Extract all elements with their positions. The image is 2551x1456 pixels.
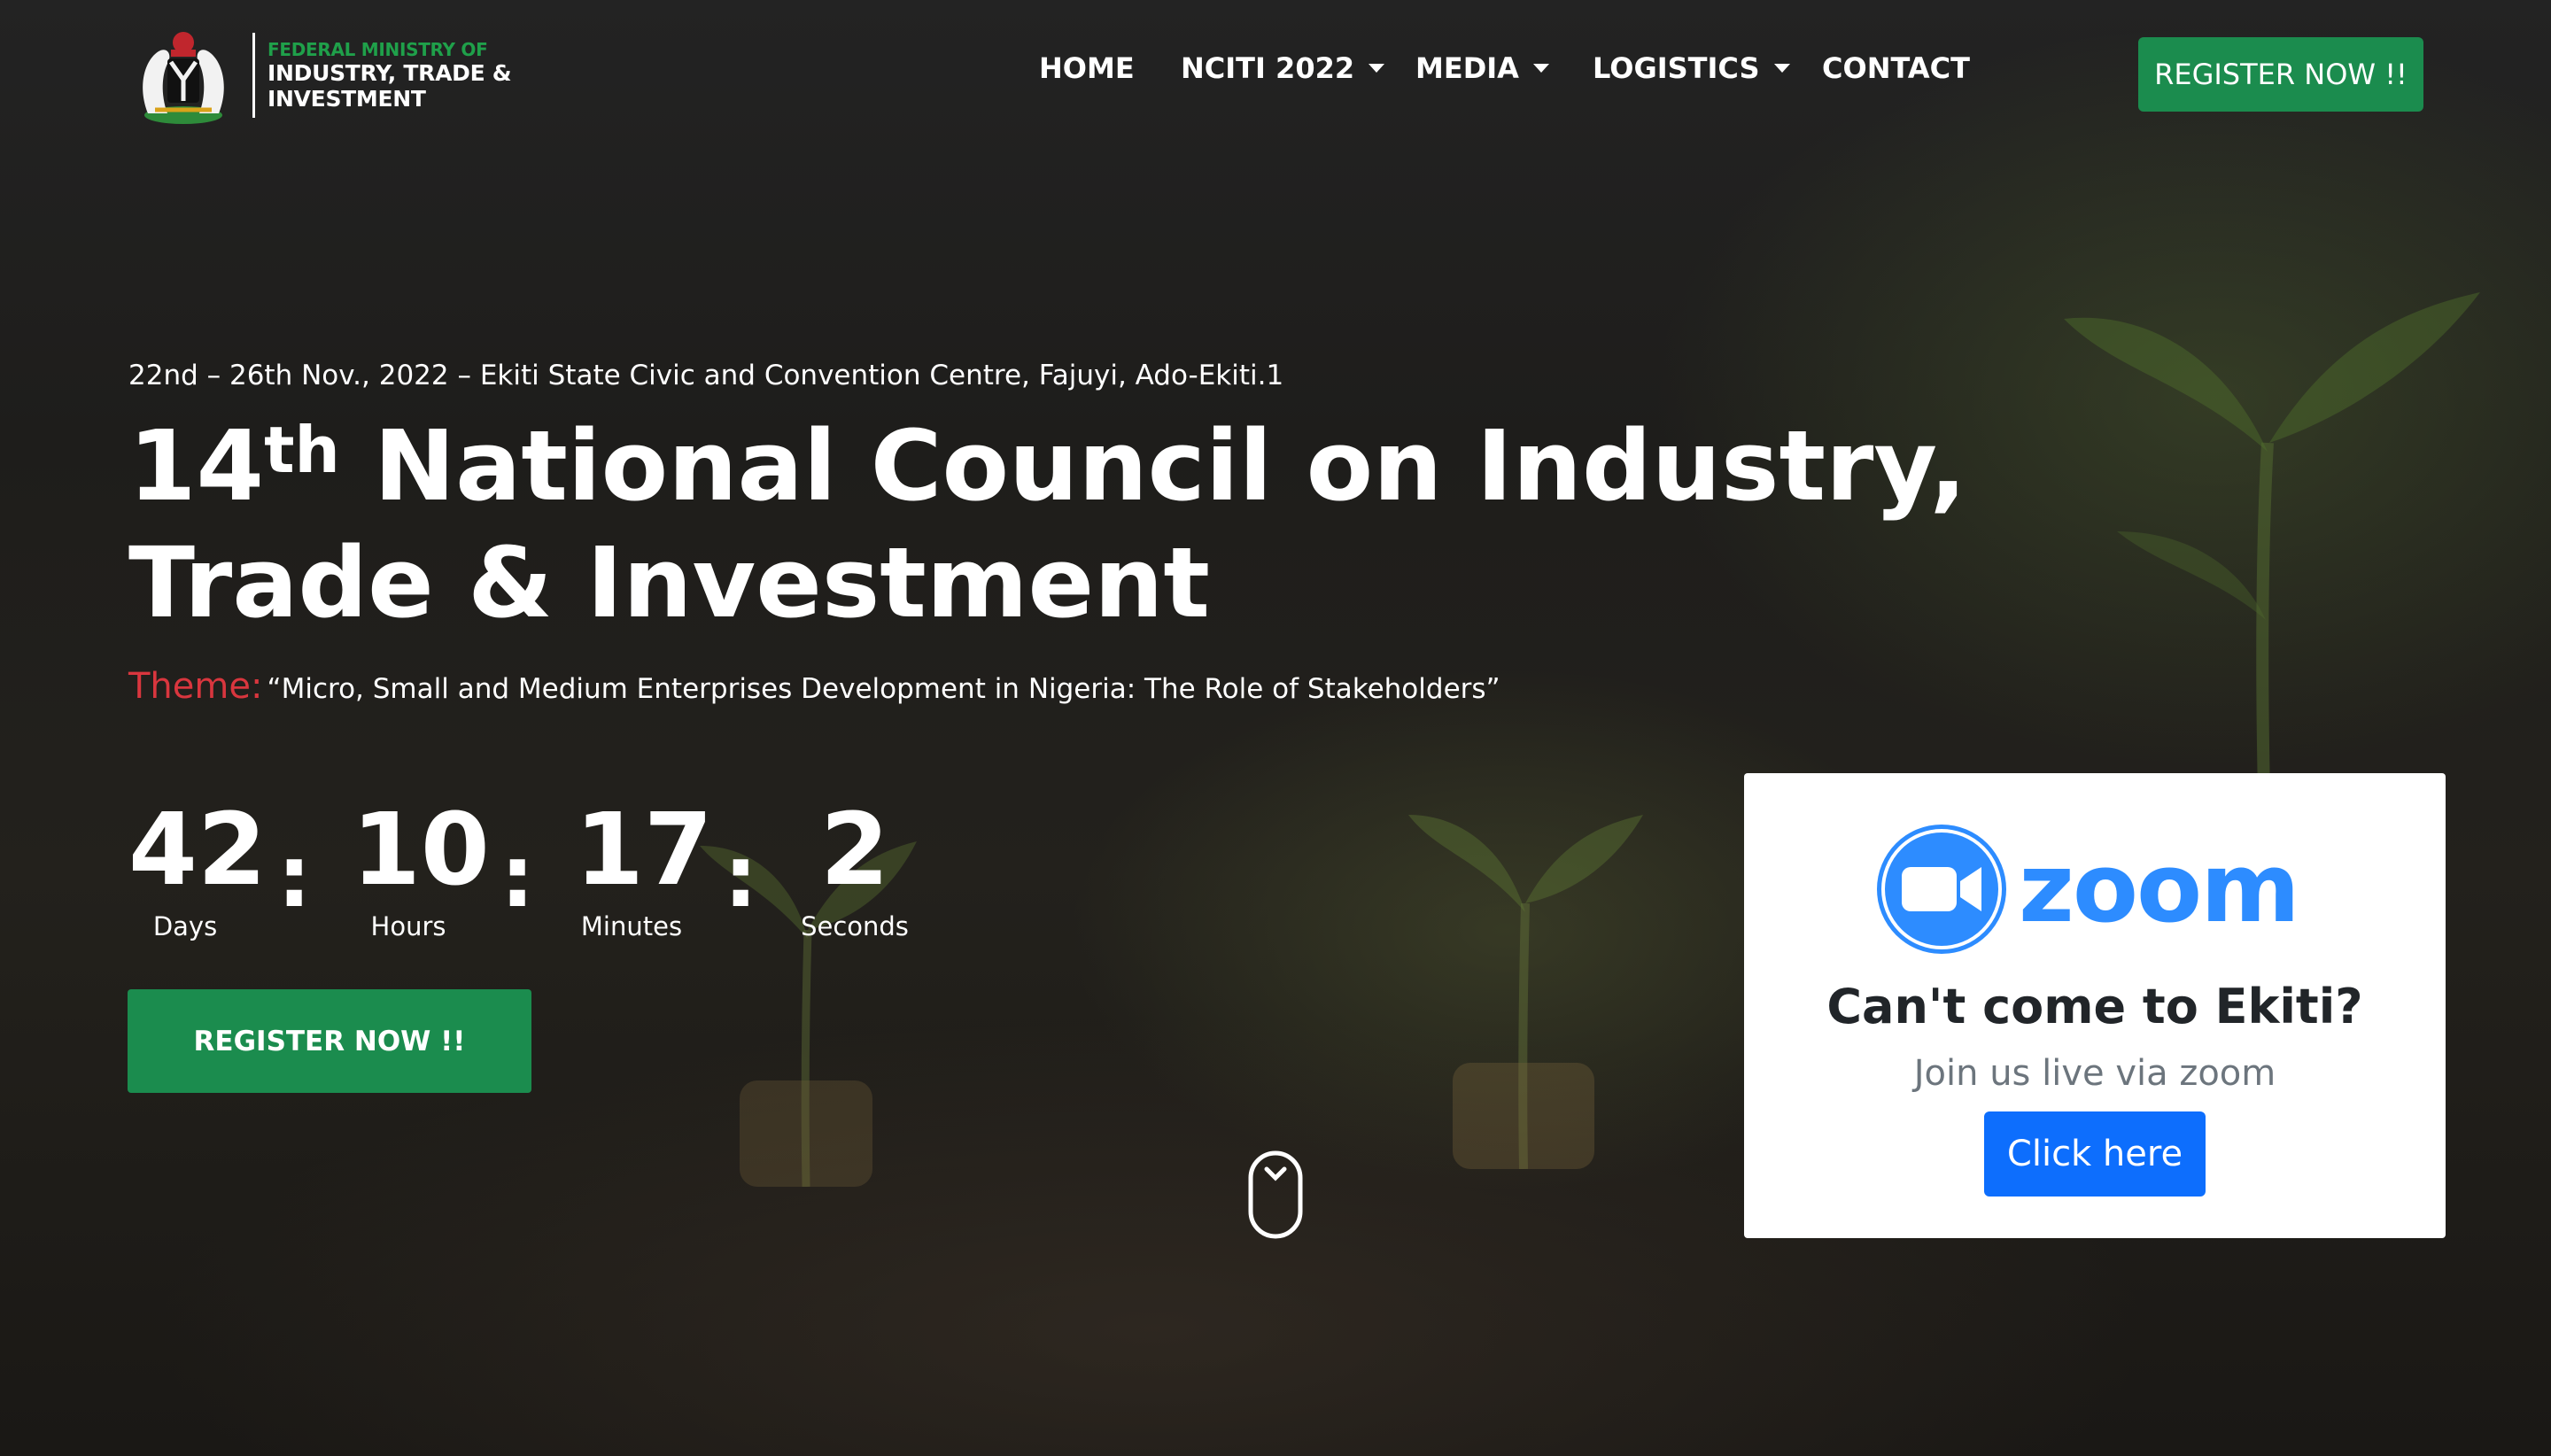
- title-number: 14: [128, 409, 265, 523]
- page-title: 14th National Council on Industry, Trade…: [128, 407, 1966, 641]
- zoom-click-here-button[interactable]: Click here: [1984, 1111, 2206, 1197]
- caret-down-icon: [1773, 64, 1790, 73]
- nav-home-label: HOME: [1039, 51, 1135, 85]
- scroll-mouse-icon[interactable]: [1247, 1150, 1304, 1240]
- coat-of-arms-icon: [143, 32, 224, 124]
- title-ordinal: th: [264, 413, 340, 487]
- countdown-hours-label: Hours: [370, 911, 446, 941]
- event-theme: Theme: “Micro, Small and Medium Enterpri…: [128, 666, 1500, 707]
- sprout-decoration: [1408, 815, 1643, 1169]
- theme-label: Theme:: [128, 666, 263, 707]
- zoom-card-subtitle: Join us live via zoom: [1913, 1053, 2276, 1094]
- nav-logistics-label: LOGISTICS: [1593, 51, 1760, 85]
- nav-nciti-2022[interactable]: NCITI 2022: [1181, 51, 1385, 85]
- nav-media-label: MEDIA: [1415, 51, 1519, 85]
- theme-text: “Micro, Small and Medium Enterprises Dev…: [267, 673, 1500, 705]
- caret-down-icon: [1532, 64, 1549, 73]
- nav-nciti-label: NCITI 2022: [1181, 51, 1355, 85]
- nav-contact[interactable]: CONTACT: [1822, 51, 1970, 85]
- ministry-logo[interactable]: FEDERAL MINISTRY OF INDUSTRY, TRADE & IN…: [128, 25, 512, 126]
- countdown-seconds-label: Seconds: [801, 911, 909, 941]
- nav-media[interactable]: MEDIA: [1415, 51, 1549, 85]
- nav-logistics[interactable]: LOGISTICS: [1593, 51, 1790, 85]
- zoom-wordmark: zoom: [2019, 833, 2300, 944]
- countdown-days-value: 42: [128, 793, 267, 908]
- hero-register-button[interactable]: REGISTER NOW !!: [128, 989, 531, 1093]
- title-line-2: Trade & Investment: [128, 526, 1211, 639]
- countdown-separator: :: [724, 827, 758, 926]
- countdown-minutes-label: Minutes: [580, 911, 683, 941]
- logo-line-2: INDUSTRY, TRADE &: [268, 60, 512, 86]
- countdown-seconds-value: 2: [820, 793, 889, 908]
- countdown-minutes-value: 17: [575, 793, 713, 908]
- logo-line-1: FEDERAL MINISTRY OF: [268, 39, 488, 60]
- zoom-logo: zoom: [1875, 823, 2300, 956]
- header-register-button[interactable]: REGISTER NOW !!: [2138, 37, 2423, 112]
- countdown-separator: :: [277, 827, 312, 926]
- event-date-location: 22nd – 26th Nov., 2022 – Ekiti State Civ…: [128, 360, 1284, 391]
- caret-down-icon: [1369, 64, 1385, 73]
- zoom-card: zoom Can't come to Ekiti? Join us live v…: [1744, 773, 2446, 1238]
- title-line-1: National Council on Industry,: [339, 409, 1967, 523]
- logo-text: FEDERAL MINISTRY OF INDUSTRY, TRADE & IN…: [268, 39, 512, 112]
- nav-contact-label: CONTACT: [1822, 51, 1970, 85]
- logo-divider: [252, 33, 255, 118]
- logo-line-3: INVESTMENT: [268, 86, 426, 112]
- nav-home[interactable]: HOME: [1039, 51, 1135, 85]
- countdown-days-label: Days: [152, 911, 218, 941]
- countdown-separator: :: [500, 827, 535, 926]
- zoom-camera-icon: [1877, 825, 2006, 954]
- zoom-card-title: Can't come to Ekiti?: [1826, 979, 2363, 1034]
- countdown-hours-value: 10: [352, 793, 490, 908]
